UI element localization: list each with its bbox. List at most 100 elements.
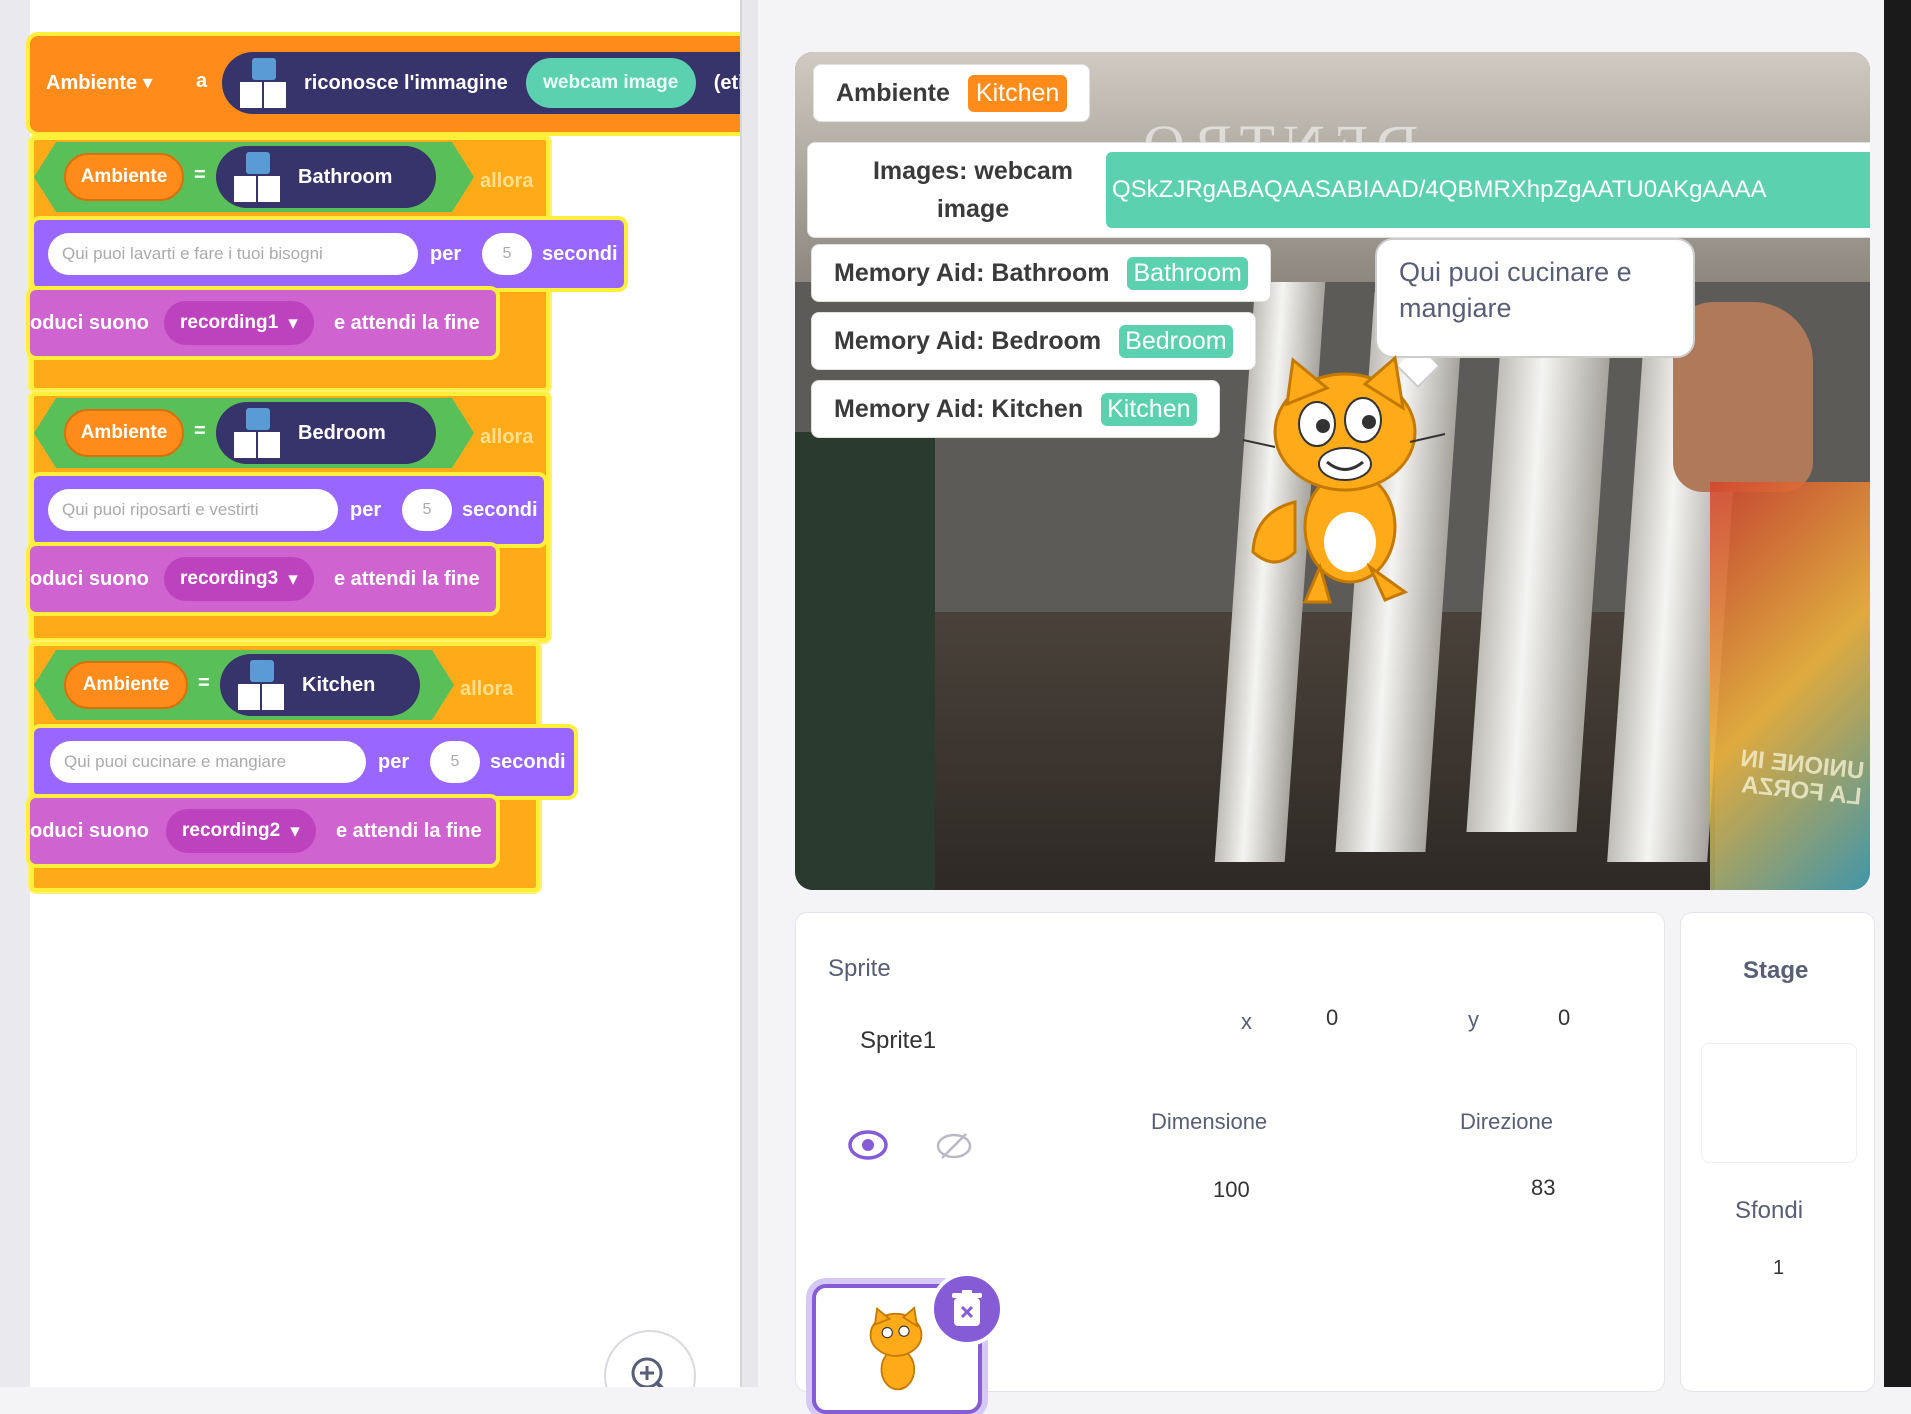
monitor-images-webcam[interactable]: Images: webcam image QSkZJRgABAQAASABIAA…: [807, 142, 1870, 238]
recognise-image-reporter[interactable]: riconosce l'immagine webcam image (etic: [222, 52, 750, 114]
sprite-name-field[interactable]: Sprite1: [860, 1027, 936, 1055]
stage-thumbnail[interactable]: [1701, 1043, 1857, 1163]
condition-bathroom[interactable]: Ambiente = Bathroom: [34, 142, 474, 212]
seconds-input[interactable]: 5: [402, 489, 452, 531]
monitor-value: Kitchen: [1101, 392, 1197, 426]
monitor-label: Memory Aid: Kitchen: [834, 394, 1084, 423]
recognise-label: riconosce l'immagine: [304, 71, 508, 94]
x-input[interactable]: 0: [1326, 1005, 1338, 1031]
cat-sprite-icon: [869, 1306, 923, 1391]
play-sound-block[interactable]: oduci suono recording1 e attendi la fine: [30, 290, 496, 356]
play-sound-label: oduci suono: [30, 312, 149, 334]
say-for-secs-block[interactable]: Qui puoi riposarti e vestirti per 5 seco…: [34, 476, 544, 544]
seconds-input[interactable]: 5: [482, 233, 532, 275]
monitor-kitchen[interactable]: Memory Aid: Kitchen Kitchen: [811, 380, 1220, 438]
webcam-image-input[interactable]: webcam image: [525, 58, 696, 108]
say-for-secs-block[interactable]: Qui puoi cucinare e mangiare per 5 secon…: [34, 728, 574, 796]
script[interactable]: Ambiente a riconosce l'immagine webcam i…: [30, 36, 750, 896]
backdrops-count: 1: [1773, 1257, 1785, 1279]
label-value: Bedroom: [298, 421, 386, 444]
sound-dropdown[interactable]: recording3: [164, 557, 314, 601]
webcam-poster: [1710, 482, 1870, 890]
monitor-value: Bedroom: [1119, 324, 1233, 358]
ml-label-bathroom[interactable]: Bathroom: [216, 146, 436, 208]
show-sprite-toggle[interactable]: [848, 1129, 888, 1166]
hide-sprite-toggle[interactable]: [936, 1131, 972, 1166]
monitor-bathroom[interactable]: Memory Aid: Bathroom Bathroom: [811, 244, 1271, 302]
per-label: per: [430, 243, 462, 265]
monitor-label-line2: image: [936, 195, 1010, 223]
monitor-bedroom[interactable]: Memory Aid: Bedroom Bedroom: [811, 312, 1256, 370]
stage-title: Stage: [1743, 957, 1809, 984]
monitor-label: Ambiente: [836, 78, 950, 107]
condition-bedroom[interactable]: Ambiente = Bedroom: [34, 398, 474, 468]
x-label: x: [1241, 1009, 1252, 1034]
monitor-value: Bathroom: [1127, 256, 1248, 290]
say-text-input[interactable]: Qui puoi lavarti e fare i tuoi bisogni: [48, 233, 418, 275]
direction-input[interactable]: 83: [1531, 1175, 1555, 1201]
eye-icon: [848, 1130, 888, 1160]
until-done-label: e attendi la fine: [336, 820, 482, 842]
then-label: allora: [480, 426, 534, 448]
cat-sprite-icon[interactable]: [1235, 352, 1455, 612]
sprite-section-label: Sprite: [828, 955, 891, 982]
label-value: Kitchen: [302, 673, 376, 696]
size-input[interactable]: 100: [1213, 1177, 1250, 1203]
say-text-input[interactable]: Qui puoi cucinare e mangiare: [50, 741, 366, 783]
play-sound-label: oduci suono: [30, 568, 149, 590]
equals-sign: =: [194, 164, 206, 186]
monitor-ambiente[interactable]: Ambiente Kitchen: [813, 64, 1091, 122]
then-label: allora: [460, 678, 514, 700]
until-done-label: e attendi la fine: [334, 312, 480, 334]
webcam-floor: [935, 612, 1715, 890]
label-value: Bathroom: [298, 165, 393, 188]
play-sound-block[interactable]: oduci suono recording2 e attendi la fine: [30, 798, 496, 864]
then-label: allora: [480, 170, 534, 192]
monitor-value: Kitchen: [967, 74, 1068, 112]
ml-label-kitchen[interactable]: Kitchen: [220, 654, 420, 716]
seconds-input[interactable]: 5: [430, 741, 480, 783]
per-label: per: [378, 751, 410, 773]
code-area[interactable]: Ambiente a riconosce l'immagine webcam i…: [0, 0, 750, 1387]
webcam-foreground: [795, 432, 935, 890]
variable-dropdown[interactable]: Ambiente: [46, 70, 153, 95]
say-text-input[interactable]: Qui puoi riposarti e vestirti: [48, 489, 338, 531]
sound-dropdown[interactable]: recording1: [164, 301, 314, 345]
zoom-in-button[interactable]: [604, 1330, 696, 1387]
sound-dropdown[interactable]: recording2: [166, 809, 316, 853]
say-for-secs-block[interactable]: Qui puoi lavarti e fare i tuoi bisogni p…: [34, 220, 624, 288]
ml-model-icon: [234, 152, 280, 202]
ambiente-variable[interactable]: Ambiente: [64, 409, 184, 457]
direction-label: Direzione: [1460, 1109, 1553, 1134]
screen-edge: [1884, 0, 1911, 1387]
block-palette-edge: [0, 0, 30, 1387]
monitor-label: Memory Aid: Bathroom: [834, 258, 1110, 287]
eye-off-icon: [936, 1133, 972, 1159]
equals-sign: =: [194, 420, 206, 442]
ml-model-icon: [238, 660, 284, 710]
ambiente-variable[interactable]: Ambiente: [64, 661, 188, 709]
size-label: Dimensione: [1151, 1109, 1268, 1134]
play-sound-block[interactable]: oduci suono recording3 e attendi la fine: [30, 546, 496, 612]
speech-bubble: Qui puoi cucinare e mangiare: [1375, 238, 1695, 358]
set-variable-block[interactable]: Ambiente a riconosce l'immagine webcam i…: [30, 36, 750, 132]
monitor-label: Memory Aid: Bedroom: [834, 326, 1102, 355]
zoom-in-icon: [631, 1357, 664, 1387]
pane-divider: [740, 0, 758, 1387]
ml-label-bedroom[interactable]: Bedroom: [216, 402, 436, 464]
backdrops-label: Sfondi: [1735, 1197, 1804, 1224]
stage[interactable]: DENTRO UNIONE IN LA FORZA Ambiente Kitch…: [795, 52, 1870, 890]
condition-kitchen[interactable]: Ambiente = Kitchen: [34, 650, 454, 720]
equals-sign: =: [198, 672, 210, 694]
stage-selector-pane[interactable]: Stage Sfondi 1: [1680, 912, 1875, 1392]
monitor-label-line1: Images: webcam: [872, 157, 1074, 185]
set-to-label: a: [196, 70, 208, 92]
delete-sprite-button[interactable]: [930, 1272, 1004, 1346]
y-label: y: [1468, 1007, 1479, 1032]
seconds-label: secondi: [462, 499, 538, 521]
ml-model-icon: [240, 58, 286, 108]
y-input[interactable]: 0: [1558, 1005, 1570, 1031]
ambiente-variable[interactable]: Ambiente: [64, 153, 184, 201]
seconds-label: secondi: [542, 243, 618, 265]
play-sound-label: oduci suono: [30, 820, 149, 842]
